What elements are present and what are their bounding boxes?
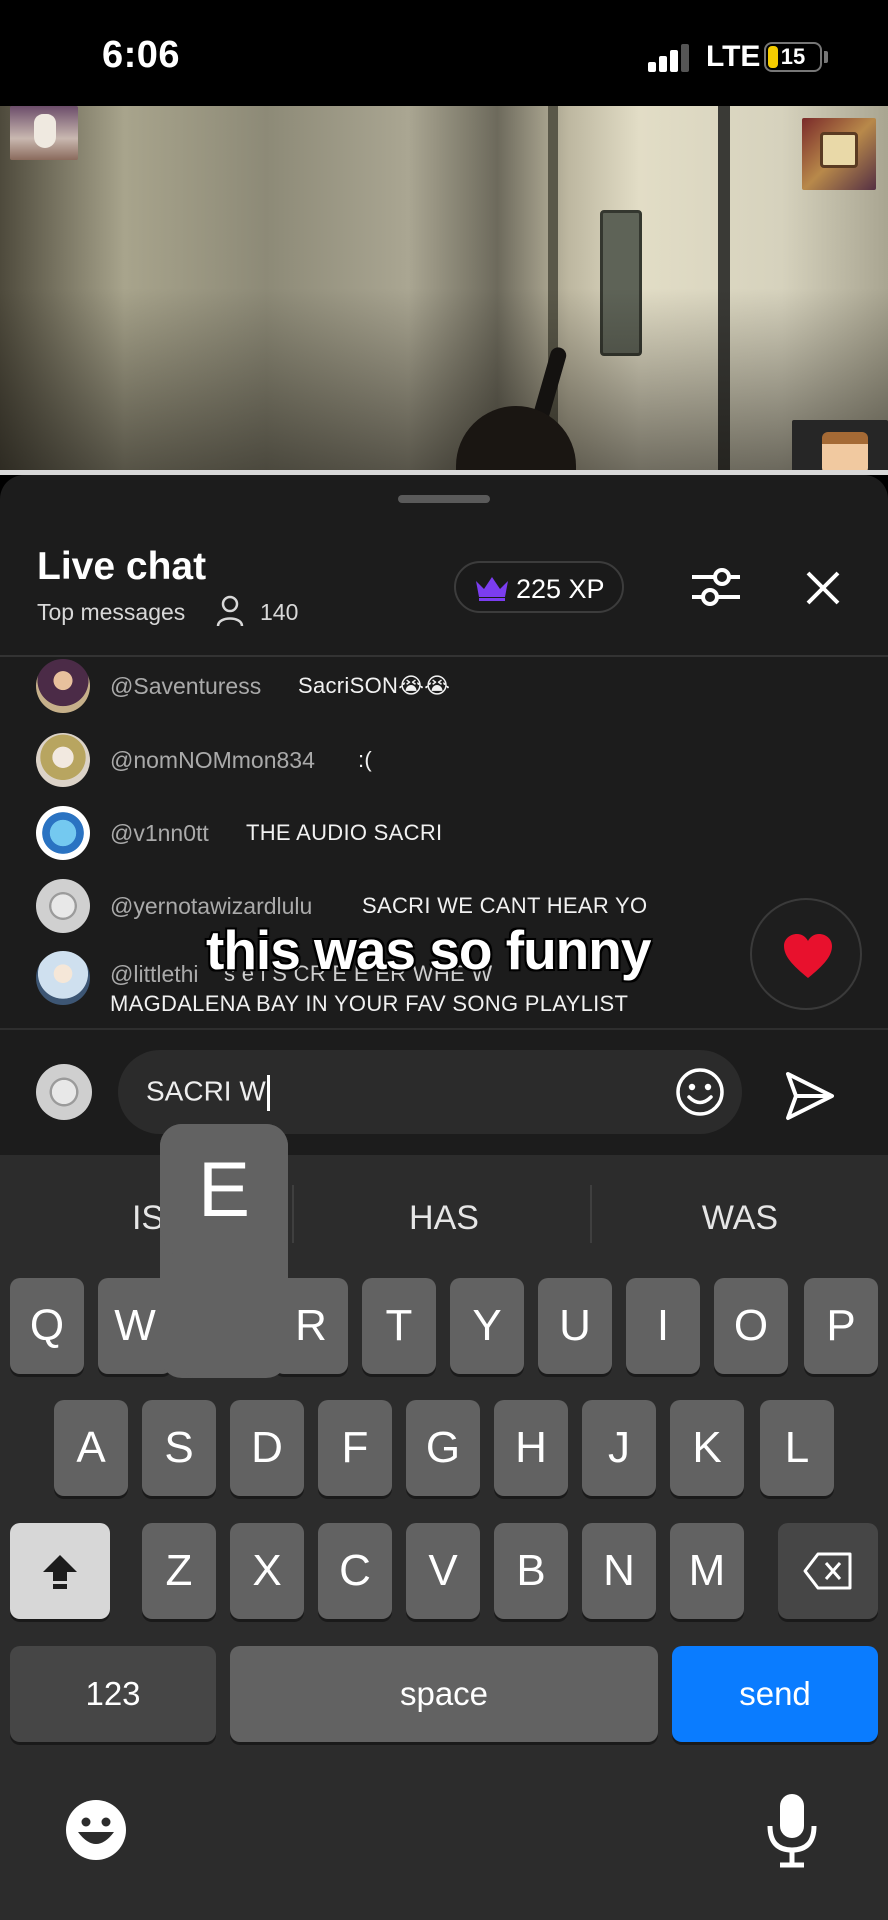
drag-handle[interactable] [398,495,490,503]
message-text: SACRI WE CANT HEAR YO [362,893,648,918]
shift-icon [43,1555,77,1589]
chat-message[interactable]: @Saventuress SacriSON😭😭 [0,657,888,723]
reaction-button[interactable] [750,898,862,1010]
send-icon[interactable] [784,1070,836,1122]
participant-thumbnail [802,118,876,190]
heart-icon [784,934,832,978]
avatar [36,806,90,860]
participant-thumbnail [792,420,888,472]
message-author: @v1nn0tt [110,820,209,846]
key-u[interactable]: U [538,1278,612,1374]
key-f[interactable]: F [318,1400,392,1496]
text-caret [266,1075,270,1111]
overlay-caption: this was so funny [206,919,651,981]
chat-mode-selector[interactable]: Top messages [37,599,185,626]
viewer-icon [216,595,244,627]
chat-message[interactable]: @v1nn0tt THE AUDIO SACRI [0,797,888,869]
message-author: @nomNOMmon834 [110,747,315,773]
key-s[interactable]: S [142,1400,216,1496]
key-k[interactable]: K [670,1400,744,1496]
shift-key[interactable] [10,1523,110,1619]
viewer-count: 140 [260,599,299,625]
avatar [36,879,90,933]
signal-icon [648,44,690,72]
key-i[interactable]: I [626,1278,700,1374]
key-d[interactable]: D [230,1400,304,1496]
message-author: @yernotawizardlulu [110,893,313,919]
avatar [36,951,90,1005]
key-o[interactable]: O [714,1278,788,1374]
chat-input[interactable]: SACRI W [118,1050,742,1134]
my-avatar [36,1064,92,1120]
status-time: 6:06 [102,34,181,76]
key-y[interactable]: Y [450,1278,524,1374]
status-bar: 6:06 LTE 15 [0,0,888,106]
emoji-keyboard-icon[interactable] [64,1798,128,1862]
key-a[interactable]: A [54,1400,128,1496]
key-z[interactable]: Z [142,1523,216,1619]
backspace-key[interactable] [778,1523,878,1619]
network-label: LTE [706,40,761,73]
key-m[interactable]: M [670,1523,744,1619]
xp-badge[interactable]: 225 XP [454,561,624,613]
key-v[interactable]: V [406,1523,480,1619]
close-icon[interactable] [800,565,846,611]
avatar [36,733,90,787]
key-l[interactable]: L [760,1400,834,1496]
send-key[interactable]: send [672,1646,878,1742]
key-g[interactable]: G [406,1400,480,1496]
battery-level: 15 [780,44,806,69]
key-b[interactable]: B [494,1523,568,1619]
message-text: SacriSON😭😭 [298,673,451,698]
battery-icon: 15 [764,42,822,72]
participant-thumbnail [10,106,78,160]
message-text: :( [358,747,373,772]
suggestion-item[interactable]: HAS [304,1199,584,1238]
avatar [36,659,90,713]
xp-amount: 225 XP [516,574,605,604]
key-j[interactable]: J [582,1400,656,1496]
suggestion-item[interactable]: WAS [600,1199,880,1238]
key-c[interactable]: C [318,1523,392,1619]
key-x[interactable]: X [230,1523,304,1619]
key-e[interactable]: E [160,1124,288,1378]
key-popup-letter: E [197,1145,251,1233]
emoji-icon[interactable] [674,1066,726,1118]
key-t[interactable]: T [362,1278,436,1374]
filter-icon[interactable] [690,563,742,611]
message-text: THE AUDIO SACRI [246,820,443,845]
crown-icon [476,577,508,601]
live-video[interactable] [0,106,888,470]
chat-input-row: SACRI W [0,1030,888,1155]
chat-message[interactable]: @nomNOMmon834 :( [0,723,888,795]
chat-input-value: SACRI W [146,1075,266,1107]
space-key[interactable]: space [230,1646,658,1742]
backspace-icon [803,1552,852,1590]
message-author: @Saventuress [110,673,262,699]
key-h[interactable]: H [494,1400,568,1496]
key-q[interactable]: Q [10,1278,84,1374]
key-p[interactable]: P [804,1278,878,1374]
key-n[interactable]: N [582,1523,656,1619]
chat-title: Live chat [37,545,207,588]
microphone-icon[interactable] [764,1792,820,1868]
message-text-continued: MAGDALENA BAY IN YOUR FAV SONG PLAYLIST [110,991,629,1016]
message-author: @littlethi [110,961,199,987]
numbers-key[interactable]: 123 [10,1646,216,1742]
